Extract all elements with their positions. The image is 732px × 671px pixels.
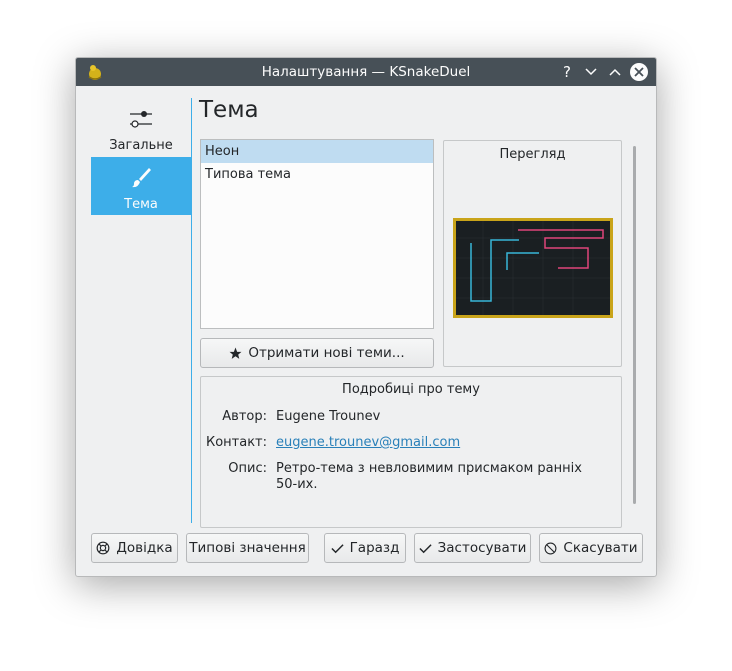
get-new-themes-label: Отримати нові теми... — [248, 345, 405, 361]
scrollbar[interactable] — [633, 146, 636, 504]
help-button[interactable]: Довідка — [91, 533, 178, 563]
maximize-button[interactable] — [605, 62, 625, 82]
theme-details-group: Подробиці про тему Автор: Eugene Trounev… — [200, 376, 622, 528]
defaults-button[interactable]: Типові значення — [186, 533, 309, 563]
theme-list[interactable]: Неон Типова тема — [200, 139, 434, 329]
checkmark-icon — [330, 543, 344, 553]
theme-list-item[interactable]: Неон — [201, 140, 433, 163]
description-value: Ретро-тема з невловимим присмаком ранніх… — [276, 461, 582, 492]
defaults-button-label: Типові значення — [189, 540, 306, 556]
help-context-button[interactable]: ? — [557, 62, 577, 82]
contact-email-link[interactable]: eugene.trounev@gmail.com — [276, 435, 606, 451]
apply-button-label: Застосувати — [437, 540, 527, 556]
chevron-down-icon — [585, 68, 597, 76]
star-icon — [229, 347, 242, 359]
apply-button[interactable]: Застосувати — [414, 533, 531, 563]
theme-preview-image — [453, 218, 613, 318]
settings-dialog: Налаштування — KSnakeDuel ? Загальне Тем… — [75, 57, 657, 577]
cancel-button[interactable]: Скасувати — [539, 533, 643, 563]
ok-button[interactable]: Гаразд — [324, 533, 406, 563]
minimize-button[interactable] — [581, 62, 601, 82]
get-new-themes-button[interactable]: Отримати нові теми... — [200, 338, 434, 368]
title-bar[interactable]: Налаштування — KSnakeDuel ? — [76, 58, 656, 86]
cancel-icon — [544, 542, 557, 554]
author-value: Eugene Trounev — [276, 409, 381, 424]
preview-title: Перегляд — [499, 147, 566, 162]
close-button[interactable] — [630, 63, 648, 81]
brush-icon — [132, 168, 151, 188]
sidebar-item-label: Тема — [124, 197, 158, 212]
help-button-label: Довідка — [116, 540, 173, 556]
sidebar-item-label: Загальне — [109, 138, 173, 153]
page-title: Тема — [199, 97, 259, 123]
cancel-button-label: Скасувати — [563, 540, 638, 556]
checkmark-icon — [419, 543, 432, 553]
sidebar: Загальне Тема — [91, 98, 191, 528]
ok-button-label: Гаразд — [349, 540, 400, 556]
preview-panel: Перегляд — [443, 140, 622, 367]
contact-label: Контакт: — [205, 435, 267, 450]
details-title: Подробиці про тему — [342, 382, 480, 397]
sidebar-divider — [191, 98, 192, 523]
description-label: Опис: — [228, 461, 267, 476]
close-icon — [634, 67, 644, 77]
sidebar-item-general[interactable]: Загальне — [91, 98, 191, 156]
theme-list-item[interactable]: Типова тема — [201, 163, 433, 186]
chevron-up-icon — [609, 68, 621, 76]
lifebuoy-icon — [96, 541, 110, 555]
sidebar-item-theme[interactable]: Тема — [91, 157, 191, 215]
sliders-icon — [130, 111, 152, 128]
author-label: Автор: — [222, 409, 267, 424]
